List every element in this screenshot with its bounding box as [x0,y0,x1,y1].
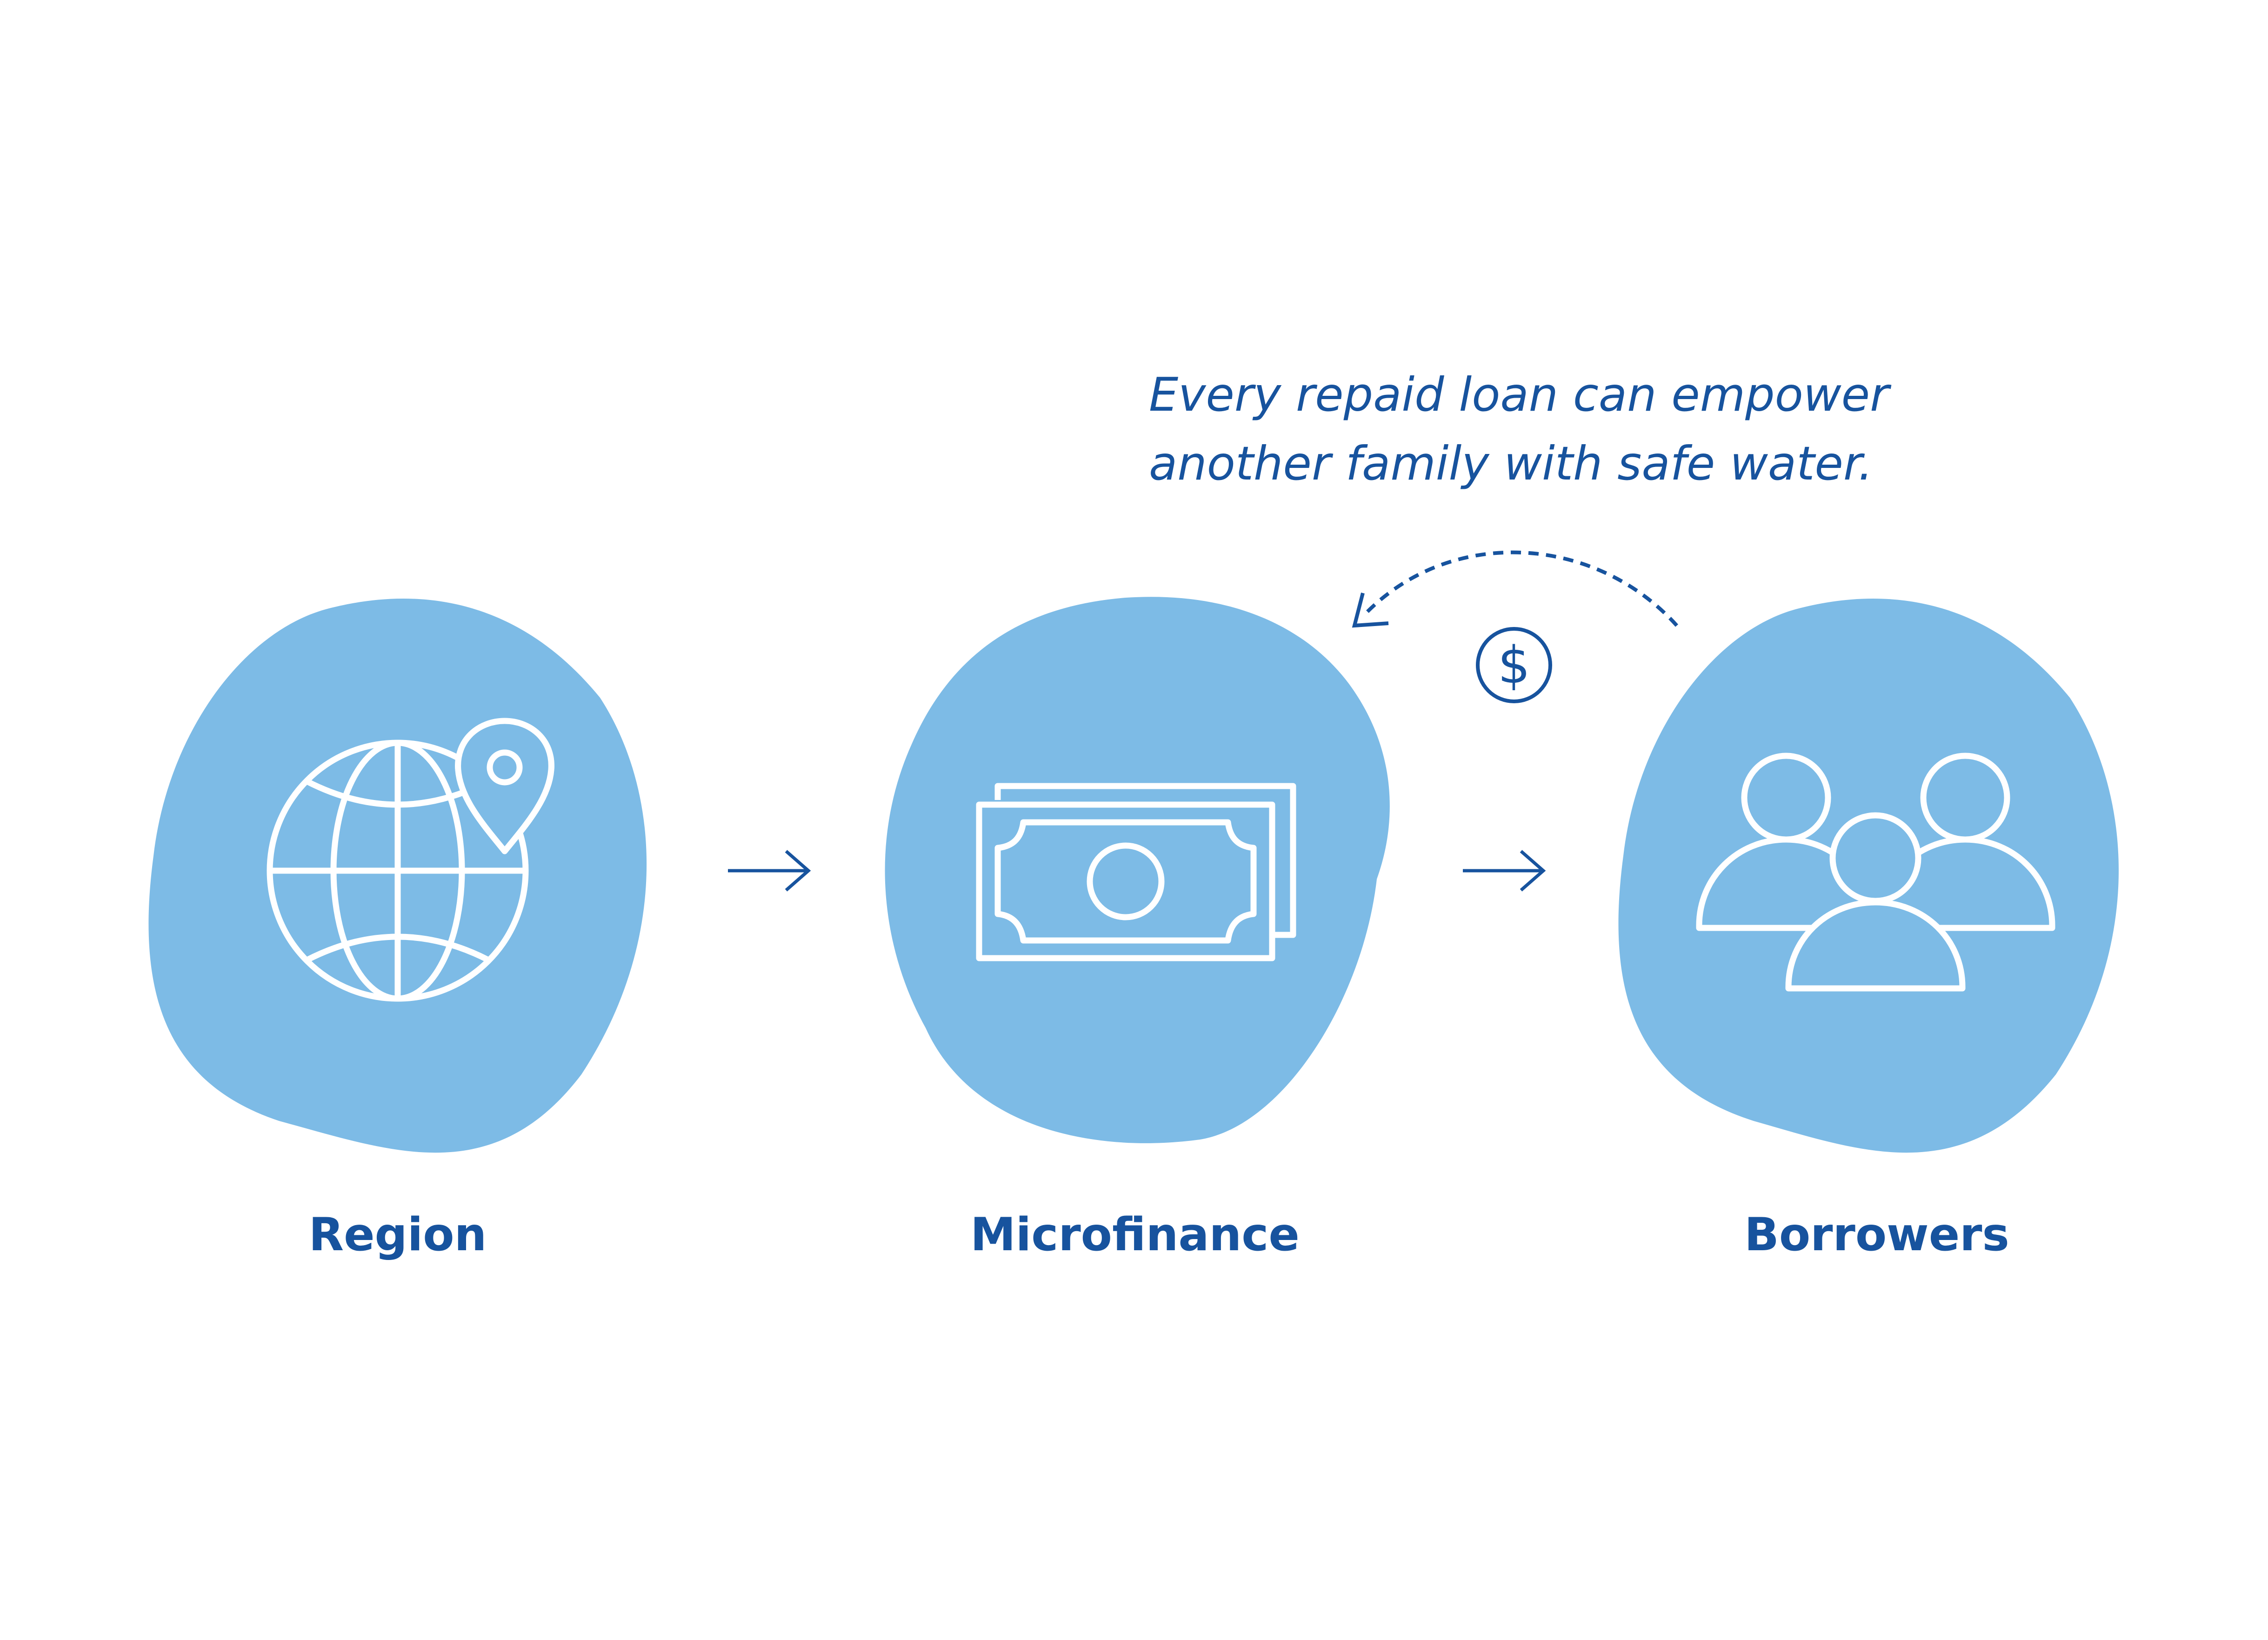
node-label-borrowers: Borrowers [1744,1208,2009,1261]
diagram-svg: $ [148,550,2119,1153]
dollar-coin-icon: $ [1476,627,1552,703]
caption-line-2: another family with safe water. [1149,436,1873,491]
arrow-microfinance-to-borrowers [1463,850,1546,892]
caption-line-1: Every repaid loan can empower [1149,367,1889,422]
svg-text:$: $ [1498,635,1530,695]
repayment-caption: Every repaid loan can empower another fa… [1149,360,1940,498]
node-label-microfinance: Microfinance [970,1208,1300,1261]
repayment-return-arrow [1352,550,1678,628]
diagram-canvas: $ Every repaid loan can empower another … [0,0,2268,1640]
banknotes-icon [976,783,1296,961]
node-label-region: Region [308,1208,487,1261]
arrow-region-to-microfinance [728,850,811,892]
